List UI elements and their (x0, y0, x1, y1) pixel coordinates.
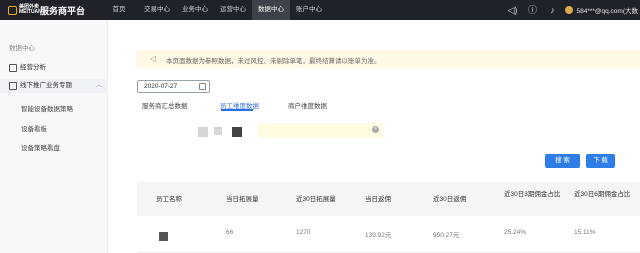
employee-search-input[interactable]: × (258, 123, 383, 138)
speaker-icon: ◁ (150, 54, 157, 63)
logo-mark-icon (8, 6, 17, 15)
nav-item-business[interactable]: 业务中心 (176, 0, 214, 20)
calendar-icon[interactable] (199, 83, 206, 90)
chevron-up-icon: ︿ (95, 83, 102, 89)
tab-provider-summary[interactable]: 服务商汇总数据 (142, 100, 188, 110)
sidebar-item-label: 经营分析 (20, 64, 46, 71)
table-cell: 25.24% (504, 229, 527, 236)
folder-icon (9, 82, 17, 90)
sidebar-subitem-device-board[interactable]: 设备看板 (21, 123, 47, 133)
user-account[interactable]: 584***@qq.com(大数 (576, 5, 638, 15)
main-nav: 首页 交易中心 业务中心 运营中心 数据中心 账户中心 (100, 0, 328, 20)
date-value: 2020-07-27 (144, 83, 178, 90)
nav-item-home[interactable]: 首页 (100, 0, 138, 20)
top-right-tools: ◁) ⓘ ♪ 584***@qq.com(大数 (505, 0, 640, 20)
table-cell: 1270 (296, 229, 311, 236)
search-button[interactable]: 搜 索 (545, 154, 580, 168)
sidebar-subitem-smart-device-strategy[interactable]: 智能设备数据策略 (21, 103, 73, 113)
active-tab-indicator (221, 109, 253, 111)
nav-item-data[interactable]: 数据中心 (252, 0, 290, 20)
notice-text: 本页面数据为参照数据，未过风控、未剔除单笔，最终结算请以账单为准。 (166, 58, 381, 65)
sidebar-header: 数据中心 (9, 45, 35, 52)
brand-logo[interactable]: 美团外卖 MEITUAN (8, 4, 42, 16)
nav-item-trade[interactable]: 交易中心 (138, 0, 176, 20)
redacted-employee-name (159, 232, 168, 241)
redacted-block (214, 127, 222, 135)
platform-title: 服务商平台 (40, 6, 86, 16)
tab-merchant-dimension[interactable]: 商户维度数据 (288, 100, 327, 110)
chart-icon (9, 64, 17, 72)
notice-banner: ◁ 本页面数据为参照数据，未过风控、未剔除单笔，最终结算请以账单为准。 (136, 50, 640, 68)
table-header: 员工名称 当日拓展量 近30日拓展量 当日返佣 近30日返佣 近30日3期佣金占… (137, 182, 640, 216)
redacted-block (198, 127, 208, 137)
table-cell: 66 (226, 229, 234, 236)
sidebar-item-offline-promotion[interactable]: 线下推广业务专题 ︿ (0, 79, 108, 93)
table-cell: 950.27元 (433, 232, 460, 239)
table-row: 66 1270 139.92元 950.27元 25.24% 15.11% (137, 216, 640, 253)
top-navigation-bar: 美团外卖 MEITUAN 服务商平台 首页 交易中心 业务中心 运营中心 数据中… (0, 0, 640, 20)
logo-text: 美团外卖 MEITUAN (19, 4, 42, 15)
help-icon[interactable]: ⓘ (525, 3, 539, 17)
download-button[interactable]: 下 载 (586, 154, 615, 168)
nav-item-account[interactable]: 账户中心 (290, 0, 328, 20)
sidebar-subitem-device-strategy-board[interactable]: 设备策略看盘 (21, 142, 60, 152)
sidebar: 数据中心 经营分析 线下推广业务专题 ︿ 智能设备数据策略 设备看板 设备策略看… (0, 20, 108, 253)
nav-item-operation[interactable]: 运营中心 (214, 0, 252, 20)
clear-icon[interactable]: × (372, 126, 379, 133)
sidebar-item-business-analysis[interactable]: 经营分析 (0, 61, 108, 75)
speaker-icon[interactable]: ◁) (505, 3, 519, 17)
table-cell: 139.92元 (365, 232, 392, 239)
redacted-block (232, 127, 242, 137)
avatar[interactable] (565, 6, 574, 14)
sidebar-item-label: 线下推广业务专题 (20, 82, 72, 89)
table-cell: 15.11% (574, 229, 596, 236)
bell-icon[interactable]: ♪ (545, 3, 559, 17)
date-picker[interactable]: 2020-07-27 (137, 80, 210, 93)
